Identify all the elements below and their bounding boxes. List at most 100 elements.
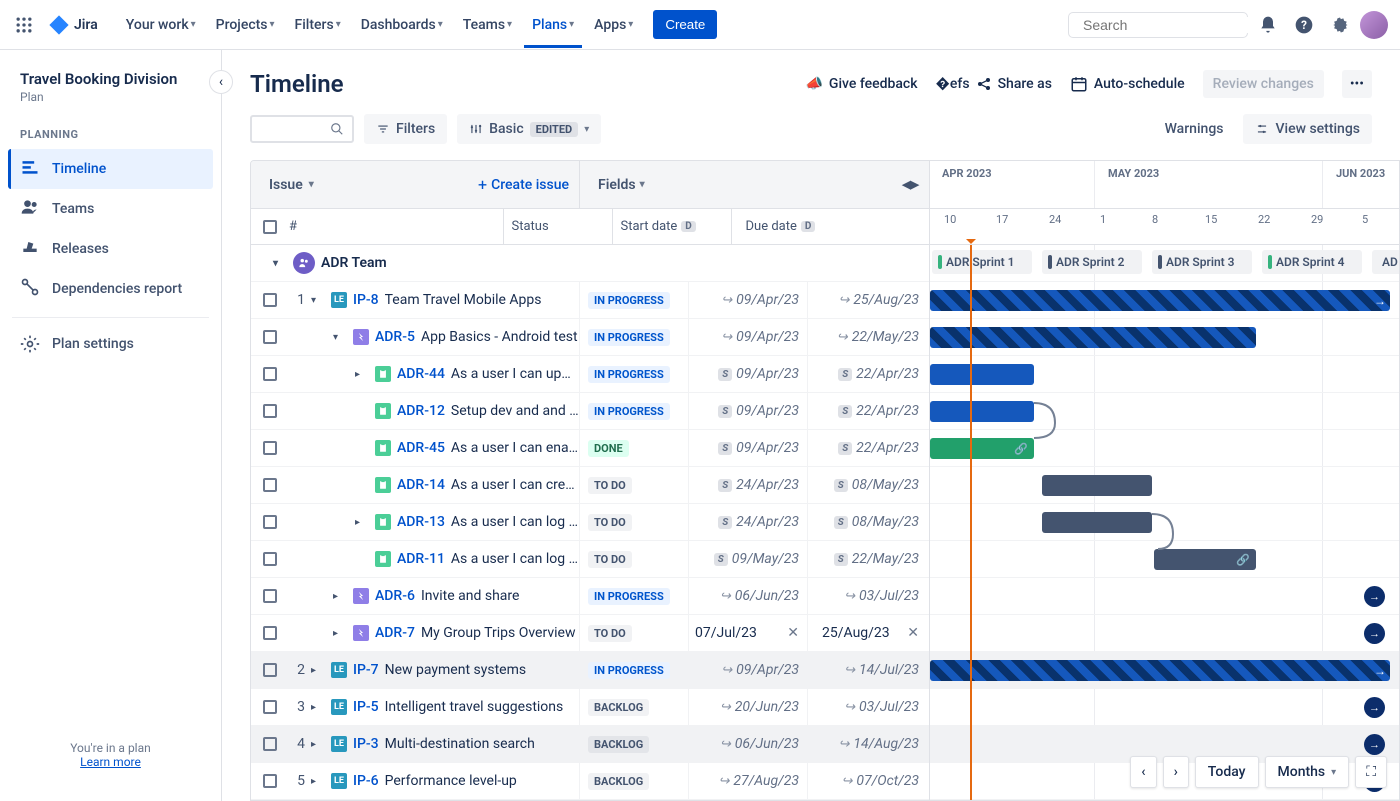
sprint-pill[interactable]: ADR Sprint 2	[1042, 250, 1142, 274]
table-row[interactable]: ▸ ADR-13 As a user I can log i… TO DO S2…	[251, 504, 929, 541]
expand-toggle[interactable]: ▸	[311, 702, 325, 713]
sprint-pill[interactable]: ADR Sprint 4	[1262, 250, 1362, 274]
table-row[interactable]: ▸ ADR-44 As a user I can up… IN PROGRESS…	[251, 356, 929, 393]
status-badge[interactable]: TO DO	[588, 477, 632, 494]
help-icon[interactable]: ?	[1288, 9, 1320, 41]
offscreen-indicator[interactable]: →	[1364, 586, 1385, 607]
table-row[interactable]: ADR-14 As a user I can cre… TO DO S24/Ap…	[251, 467, 929, 504]
timeline-row[interactable]: →	[930, 578, 1399, 615]
expand-toggle[interactable]: ▸	[333, 591, 347, 602]
fullscreen-button[interactable]: ⛶	[1355, 756, 1387, 788]
timeline-row[interactable]: →	[930, 615, 1399, 652]
timeline-row[interactable]	[930, 467, 1399, 504]
notifications-icon[interactable]	[1252, 9, 1284, 41]
timeline-row[interactable]	[930, 504, 1399, 541]
row-checkbox[interactable]	[263, 404, 277, 418]
row-checkbox[interactable]	[263, 552, 277, 566]
timeline-row[interactable]: →	[930, 282, 1399, 319]
expand-toggle[interactable]: ▸	[311, 739, 325, 750]
row-checkbox[interactable]	[263, 700, 277, 714]
status-badge[interactable]: BACKLOG	[588, 773, 649, 790]
row-checkbox[interactable]	[263, 293, 277, 307]
gantt-bar[interactable]	[930, 327, 1256, 348]
issue-key[interactable]: ADR-6	[375, 588, 415, 604]
sidebar-item-timeline[interactable]: Timeline	[8, 149, 213, 189]
expand-toggle[interactable]: ▸	[355, 517, 369, 528]
status-badge[interactable]: BACKLOG	[588, 736, 649, 753]
view-settings-button[interactable]: View settings	[1243, 114, 1372, 144]
issue-key[interactable]: ADR-44	[397, 366, 445, 382]
gantt-bar[interactable]: →	[930, 660, 1390, 681]
search-field[interactable]	[1083, 17, 1264, 33]
basic-filter-button[interactable]: BasicEDITED▾	[457, 114, 601, 144]
table-row[interactable]: ADR-11 As a user I can log i… TO DO S09/…	[251, 541, 929, 578]
status-badge[interactable]: IN PROGRESS	[588, 329, 670, 346]
clear-icon[interactable]: ✕	[787, 625, 799, 641]
status-badge[interactable]: DONE	[588, 440, 629, 457]
team-row[interactable]: ▾ ADR Team	[251, 245, 929, 282]
offscreen-indicator[interactable]: →	[1364, 697, 1385, 718]
issue-key[interactable]: IP-8	[353, 292, 379, 308]
status-badge[interactable]: IN PROGRESS	[588, 366, 670, 383]
expand-toggle[interactable]: ▸	[355, 369, 369, 380]
avatar[interactable]	[1360, 11, 1388, 39]
status-badge[interactable]: TO DO	[588, 551, 632, 568]
issue-search-input[interactable]	[250, 115, 354, 143]
status-badge[interactable]: TO DO	[588, 625, 632, 642]
timeline-row[interactable]: →	[930, 652, 1399, 689]
timeline-row[interactable]	[930, 319, 1399, 356]
expand-toggle[interactable]: ▸	[333, 628, 347, 639]
issue-key[interactable]: ADR-5	[375, 329, 415, 345]
timeline-row[interactable]: ADR Sprint 1ADR Sprint 2ADR Sprint 3ADR …	[930, 245, 1399, 282]
clear-icon[interactable]: ✕	[907, 625, 919, 641]
expand-toggle[interactable]: ▾	[333, 332, 347, 343]
gantt-bar[interactable]	[1042, 512, 1152, 533]
row-checkbox[interactable]	[263, 330, 277, 344]
create-issue-button[interactable]: +Create issue	[478, 175, 569, 194]
table-row[interactable]: 3 ▸ LE IP-5 Intelligent travel suggestio…	[251, 689, 929, 726]
prev-button[interactable]: ‹	[1130, 756, 1156, 788]
timeline-row[interactable]: →	[930, 689, 1399, 726]
search-input[interactable]	[1068, 12, 1248, 38]
nav-item-filters[interactable]: Filters▾	[287, 11, 349, 39]
issue-key[interactable]: IP-5	[353, 699, 379, 715]
table-row[interactable]: 4 ▸ LE IP-3 Multi-destination search BAC…	[251, 726, 929, 763]
filters-button[interactable]: Filters	[364, 114, 447, 144]
share-as-button[interactable]: �efsShare as	[936, 76, 1052, 92]
row-checkbox[interactable]	[263, 774, 277, 788]
table-row[interactable]: ▾ ADR-5 App Basics - Android test IN PRO…	[251, 319, 929, 356]
gantt-bar[interactable]: 🔗	[930, 438, 1034, 459]
status-badge[interactable]: IN PROGRESS	[588, 588, 670, 605]
gantt-bar[interactable]	[930, 401, 1034, 422]
row-checkbox[interactable]	[263, 367, 277, 381]
row-checkbox[interactable]	[263, 663, 277, 677]
table-row[interactable]: ▸ ADR-6 Invite and share IN PROGRESS ↪06…	[251, 578, 929, 615]
gantt-bar[interactable]: 🔗	[1154, 549, 1256, 570]
issue-key[interactable]: ADR-7	[375, 625, 415, 641]
nav-item-projects[interactable]: Projects▾	[208, 11, 283, 39]
timeline-row[interactable]	[930, 393, 1399, 430]
app-switcher-icon[interactable]	[12, 13, 36, 37]
timeline-row[interactable]	[930, 356, 1399, 393]
more-actions-button[interactable]: •••	[1342, 70, 1372, 98]
sprint-pill[interactable]: ADR Sprint 1	[932, 250, 1032, 274]
jira-logo[interactable]: Jira	[48, 14, 98, 36]
row-checkbox[interactable]	[263, 478, 277, 492]
issue-key[interactable]: ADR-14	[397, 477, 445, 493]
collapse-columns-icon[interactable]: ◀▶	[902, 178, 919, 191]
issue-key[interactable]: IP-6	[353, 773, 379, 789]
gantt-bar[interactable]: →	[930, 290, 1390, 311]
sidebar-item-dependencies-report[interactable]: Dependencies report	[8, 269, 213, 309]
row-checkbox[interactable]	[263, 441, 277, 455]
status-badge[interactable]: IN PROGRESS	[588, 662, 670, 679]
expand-toggle[interactable]: ▸	[311, 665, 325, 676]
issue-key[interactable]: IP-3	[353, 736, 379, 752]
nav-item-dashboards[interactable]: Dashboards▾	[353, 11, 451, 39]
status-badge[interactable]: IN PROGRESS	[588, 292, 670, 309]
sprint-pill[interactable]: AD	[1372, 250, 1399, 274]
issue-key[interactable]: ADR-13	[397, 514, 445, 530]
auto-schedule-button[interactable]: Auto-schedule	[1070, 75, 1185, 93]
issue-key[interactable]: IP-7	[353, 662, 379, 678]
today-button[interactable]: Today	[1195, 756, 1259, 788]
nav-item-teams[interactable]: Teams▾	[455, 11, 520, 39]
